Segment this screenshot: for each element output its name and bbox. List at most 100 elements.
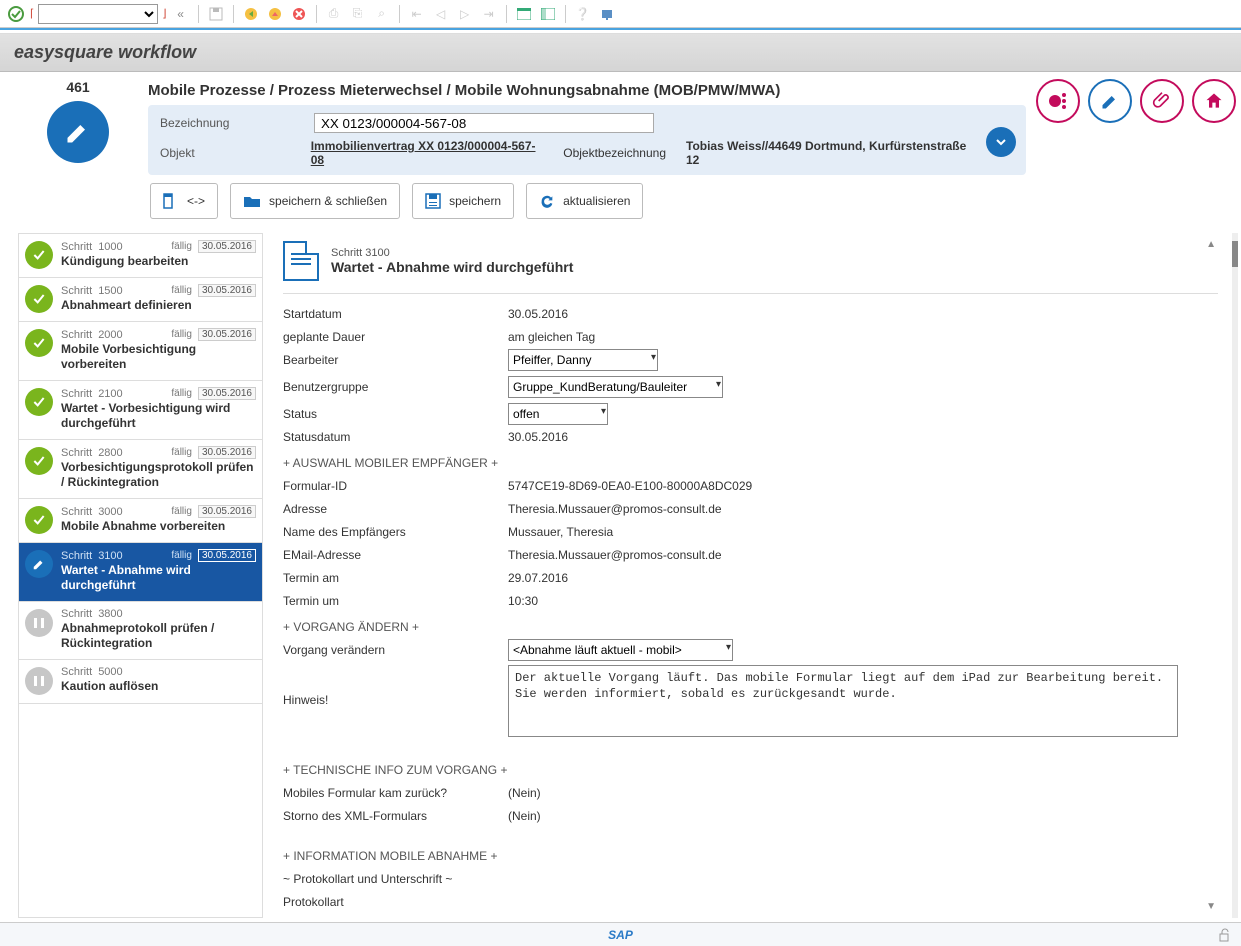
step-title: Vorbesichtigungsprotokoll prüfen / Rücki… — [61, 460, 256, 490]
last-page-icon[interactable]: ⇥ — [479, 4, 499, 24]
search-icon[interactable]: ⌕ — [372, 4, 392, 24]
scrollbar-thumb[interactable] — [1232, 241, 1238, 267]
step-item[interactable]: Schritt1500fällig30.05.2016Abnahmeart de… — [19, 278, 262, 322]
step-item[interactable]: Schritt5000Kaution auflösen — [19, 660, 262, 704]
step-item[interactable]: Schritt2800fällig30.05.2016Vorbesichtigu… — [19, 440, 262, 499]
page-title: easysquare workflow — [14, 42, 1227, 63]
save-icon[interactable] — [206, 4, 226, 24]
adresse-value: Theresia.Mussauer@promos-consult.de — [508, 502, 722, 516]
step-label: Schritt — [61, 666, 92, 678]
bearbeiter-select[interactable]: Pfeiffer, Danny — [508, 349, 658, 371]
scroll-down-icon[interactable]: ▼ — [1206, 901, 1216, 912]
layout-icon[interactable] — [538, 4, 558, 24]
empf-value: Mussauer, Theresia — [508, 525, 613, 539]
termin-um-label: Termin um — [283, 594, 508, 608]
info-panel: Bezeichnung Objekt Immobilienvertrag XX … — [148, 105, 1026, 175]
step-title: Kaution auflösen — [61, 679, 256, 694]
statusdatum-label: Statusdatum — [283, 430, 508, 444]
command-select[interactable] — [38, 4, 158, 24]
step-title: Mobile Abnahme vorbereiten — [61, 519, 256, 534]
formular-value: 5747CE19-8D69-0EA0-E100-80000A8DC029 — [508, 479, 752, 493]
step-status-icon — [25, 329, 53, 357]
edit-button[interactable] — [1088, 79, 1132, 123]
proto-sub: ~ Protokollart und Unterschrift ~ — [283, 872, 452, 886]
mieter-label: Mieter hat die Unterschrift verweigert — [283, 918, 508, 919]
due-label: fällig — [171, 388, 192, 399]
process-number-col: 461 — [18, 79, 138, 163]
step-status-icon — [25, 241, 53, 269]
objekt-label: Objekt — [160, 146, 297, 160]
bracket-close-icon: ⌋ — [162, 7, 166, 20]
step-status-icon — [25, 550, 53, 578]
step-item[interactable]: Schritt3100fällig30.05.2016Wartet - Abna… — [19, 543, 262, 602]
due-date: 30.05.2016 — [198, 549, 256, 562]
edit-process-button[interactable] — [47, 101, 109, 163]
due-label: fällig — [171, 285, 192, 296]
save-label: speichern — [449, 194, 501, 208]
step-number: 2000 — [98, 329, 122, 341]
step-title: Kündigung bearbeiten — [61, 254, 256, 269]
new-window-icon[interactable] — [514, 4, 534, 24]
disk-icon — [425, 193, 441, 209]
first-page-icon[interactable]: ⇤ — [407, 4, 427, 24]
step-label: Schritt — [61, 329, 92, 341]
mob-zurueck-value: (Nein) — [508, 786, 541, 800]
attachment-button[interactable] — [1140, 79, 1184, 123]
hinweis-label: Hinweis! — [283, 665, 508, 707]
doc-nav-icon[interactable]: ⎘ — [348, 4, 368, 24]
step-item[interactable]: Schritt3000fällig30.05.2016Mobile Abnahm… — [19, 499, 262, 543]
settings-icon[interactable] — [597, 4, 617, 24]
scroll-up-icon[interactable]: ▲ — [1206, 239, 1216, 250]
sap-logo: SAP — [608, 928, 633, 942]
hinweis-text[interactable]: Der aktuelle Vorgang läuft. Das mobile F… — [508, 665, 1178, 737]
mieter-value: (Nein) — [508, 918, 541, 919]
step-label: Schritt — [61, 388, 92, 400]
step-title: Abnahmeart definieren — [61, 298, 256, 313]
step-number: 2100 — [98, 388, 122, 400]
status-button[interactable] — [1036, 79, 1080, 123]
back-slim-icon[interactable]: « — [171, 4, 191, 24]
save-close-button[interactable]: speichern & schließen — [230, 183, 400, 219]
step-status-icon — [25, 285, 53, 313]
up-icon[interactable] — [265, 4, 285, 24]
breadcrumb: Mobile Prozesse / Prozess Mieterwechsel … — [148, 79, 1026, 105]
bezeichnung-input[interactable] — [314, 113, 654, 133]
status-select[interactable]: offen — [508, 403, 608, 425]
ok-icon[interactable] — [6, 4, 26, 24]
save-button[interactable]: speichern — [412, 183, 514, 219]
cancel-icon[interactable] — [289, 4, 309, 24]
step-item[interactable]: Schritt2000fällig30.05.2016Mobile Vorbes… — [19, 322, 262, 381]
help-icon[interactable]: ❔ — [573, 4, 593, 24]
detail-title: Wartet - Abnahme wird durchgeführt — [331, 259, 573, 275]
due-label: fällig — [171, 329, 192, 340]
step-item[interactable]: Schritt2100fällig30.05.2016Wartet - Vorb… — [19, 381, 262, 440]
step-item[interactable]: Schritt3800Abnahmeprotokoll prüfen / Rüc… — [19, 602, 262, 660]
step-item[interactable]: Schritt1000fällig30.05.2016Kündigung bea… — [19, 234, 262, 278]
section-info: + INFORMATION MOBILE ABNAHME + — [283, 841, 1218, 867]
startdatum-value: 30.05.2016 — [508, 307, 568, 321]
storno-value: (Nein) — [508, 809, 541, 823]
section-empfaenger: + AUSWAHL MOBILER EMPFÄNGER + — [283, 448, 1218, 474]
proto-label: Protokollart — [283, 895, 508, 909]
objektbez-label: Objektbezeichnung — [563, 146, 666, 160]
prev-page-icon[interactable]: ◁ — [431, 4, 451, 24]
document-icon — [283, 241, 319, 281]
refresh-button[interactable]: aktualisieren — [526, 183, 643, 219]
vorgang-label: Vorgang verändern — [283, 643, 508, 657]
objekt-link[interactable]: Immobilienvertrag XX 0123/000004-567-08 — [311, 139, 544, 167]
step-number: 1000 — [98, 241, 122, 253]
collapse-info-button[interactable] — [986, 127, 1016, 157]
print-icon[interactable]: ⎙ — [324, 4, 344, 24]
statusdatum-value: 30.05.2016 — [508, 430, 568, 444]
back-icon[interactable] — [241, 4, 261, 24]
scrollbar[interactable] — [1232, 233, 1238, 918]
expand-button[interactable]: <-> — [150, 183, 218, 219]
step-number: 1500 — [98, 285, 122, 297]
gruppe-select[interactable]: Gruppe_KundBeratung/Bauleiter — [508, 376, 723, 398]
detail-panel: ▲ Schritt 3100 Wartet - Abnahme wird dur… — [263, 233, 1228, 918]
home-button[interactable] — [1192, 79, 1236, 123]
vorgang-select[interactable]: <Abnahme läuft aktuell - mobil> — [508, 639, 733, 661]
next-page-icon[interactable]: ▷ — [455, 4, 475, 24]
footer: SAP — [0, 922, 1241, 946]
lock-icon — [1217, 928, 1231, 942]
